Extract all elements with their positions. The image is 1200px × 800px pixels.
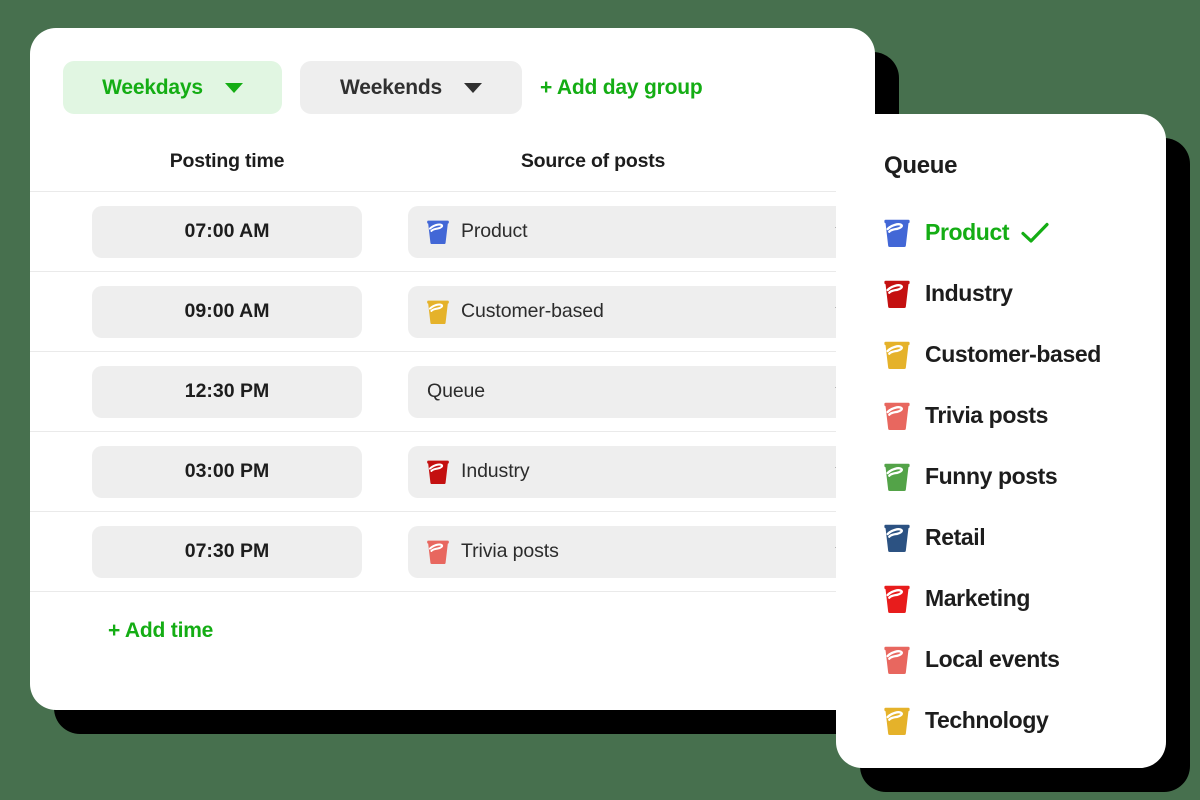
queue-item-list: Product Industry Customer-based Trivia post… <box>884 202 1166 751</box>
queue-item-label: Product <box>925 219 1010 245</box>
column-header-source-of-posts: Source of posts <box>520 150 666 172</box>
queue-item-label: Customer-based <box>925 341 1101 367</box>
check-icon <box>1021 222 1049 243</box>
queue-list-item[interactable]: Customer-based <box>884 324 1166 385</box>
add-time-row: + Add time <box>30 591 875 669</box>
table-header-row: Posting time Source of posts <box>30 150 875 173</box>
schedule-table: Posting time Source of posts 07:00 AM Pro… <box>30 150 875 669</box>
table-row: 03:00 PM Industry <box>30 431 875 511</box>
day-group-weekdays-button[interactable]: Weekdays <box>63 61 282 114</box>
bucket-icon <box>427 220 449 244</box>
queue-item-label: Marketing <box>925 585 1031 611</box>
queue-list-item[interactable]: Local events <box>884 629 1166 690</box>
bucket-icon <box>884 341 910 369</box>
source-of-posts-select[interactable]: Queue <box>408 365 870 418</box>
queue-item-label: Technology <box>925 707 1049 733</box>
scheduling-card: Weekdays Weekends + Add day group Postin… <box>30 28 875 710</box>
bucket-icon <box>427 540 449 564</box>
posting-time-field[interactable]: 09:00 AM <box>92 285 362 338</box>
day-group-weekdays-label: Weekdays <box>102 75 203 99</box>
queue-list-item[interactable]: Marketing <box>884 568 1166 629</box>
queue-list-item[interactable]: Trivia posts <box>884 385 1166 446</box>
add-time-button[interactable]: + Add time <box>108 619 213 643</box>
queue-item-label: Local events <box>925 646 1060 672</box>
chevron-down-icon <box>224 82 243 93</box>
table-row: 12:30 PM Queue <box>30 351 875 431</box>
bucket-icon <box>884 646 910 674</box>
table-row: 07:00 AM Product <box>30 191 875 271</box>
queue-item-label: Trivia posts <box>925 402 1049 428</box>
schedule-rows: 07:00 AM Product 09:00 AM Customer-based 12:… <box>30 191 875 591</box>
posting-time-field[interactable]: 07:00 AM <box>92 205 362 258</box>
bucket-icon <box>884 402 910 430</box>
column-header-posting-time: Posting time <box>169 150 285 172</box>
source-label: Product <box>461 220 528 242</box>
day-group-weekends-button[interactable]: Weekends <box>300 61 522 114</box>
posting-time-field[interactable]: 07:30 PM <box>92 525 362 578</box>
queue-item-label: Retail <box>925 524 986 550</box>
source-label: Industry <box>461 460 530 482</box>
day-group-weekends-label: Weekends <box>340 75 442 99</box>
add-day-group-button[interactable]: + Add day group <box>540 76 703 100</box>
bucket-icon <box>884 707 910 735</box>
bucket-icon <box>884 524 910 552</box>
queue-dropdown-panel: Queue Product Industry Customer-based Trivi… <box>836 114 1166 768</box>
bucket-icon <box>427 300 449 324</box>
queue-list-item[interactable]: Product <box>884 202 1166 263</box>
table-row: 09:00 AM Customer-based <box>30 271 875 351</box>
source-of-posts-select[interactable]: Industry <box>408 445 870 498</box>
source-of-posts-select[interactable]: Product <box>408 205 870 258</box>
queue-panel-title: Queue <box>884 152 958 179</box>
queue-item-label: Funny posts <box>925 463 1058 489</box>
bucket-icon <box>427 460 449 484</box>
queue-list-item[interactable]: Technology <box>884 690 1166 751</box>
posting-time-field[interactable]: 03:00 PM <box>92 445 362 498</box>
source-label: Queue <box>427 380 486 402</box>
bucket-icon <box>884 463 910 491</box>
table-row: 07:30 PM Trivia posts <box>30 511 875 591</box>
posting-time-field[interactable]: 12:30 PM <box>92 365 362 418</box>
source-label: Trivia posts <box>461 540 559 562</box>
day-group-toolbar: Weekdays Weekends + Add day group <box>30 28 875 114</box>
source-of-posts-select[interactable]: Customer-based <box>408 285 870 338</box>
bucket-icon <box>884 280 910 308</box>
queue-list-item[interactable]: Industry <box>884 263 1166 324</box>
queue-list-item[interactable]: Retail <box>884 507 1166 568</box>
bucket-icon <box>884 585 910 613</box>
bucket-icon <box>884 219 910 247</box>
source-label: Customer-based <box>461 300 604 322</box>
chevron-down-icon <box>463 82 482 93</box>
source-of-posts-select[interactable]: Trivia posts <box>408 525 870 578</box>
queue-list-item[interactable]: Funny posts <box>884 446 1166 507</box>
queue-item-label: Industry <box>925 280 1013 306</box>
